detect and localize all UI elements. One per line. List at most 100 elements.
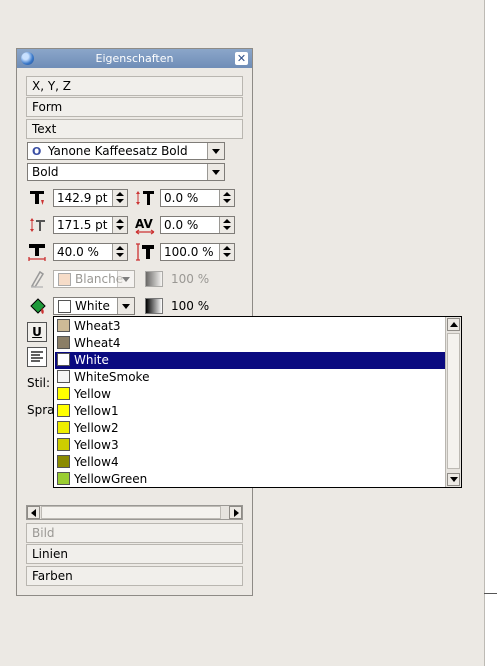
font-family-value: Yanone Kaffeesatz Bold bbox=[47, 144, 188, 158]
scroll-track[interactable] bbox=[41, 506, 221, 519]
section-colors-label: Farben bbox=[32, 569, 73, 583]
font-style-select[interactable]: Bold bbox=[27, 163, 225, 181]
scale-height-icon bbox=[136, 243, 154, 261]
scroll-up-icon[interactable] bbox=[447, 318, 460, 331]
color-swatch bbox=[57, 404, 70, 417]
section-image[interactable]: Bild bbox=[26, 523, 243, 543]
list-item[interactable]: Wheat4 bbox=[55, 335, 446, 352]
section-lines[interactable]: Linien bbox=[26, 544, 243, 564]
font-style-value: Bold bbox=[32, 165, 59, 179]
scroll-down-icon[interactable] bbox=[447, 473, 460, 486]
scroll-left-icon[interactable] bbox=[27, 506, 40, 519]
title-bar[interactable]: Eigenschaften ✕ bbox=[17, 49, 252, 68]
fill-swatch bbox=[58, 300, 71, 313]
section-image-label: Bild bbox=[32, 526, 55, 540]
section-text[interactable]: Text bbox=[26, 119, 243, 139]
spin-buttons[interactable] bbox=[112, 217, 127, 233]
section-lines-label: Linien bbox=[32, 547, 68, 561]
desktop-right-edge bbox=[484, 0, 497, 666]
fill-shade-value: 100 % bbox=[171, 299, 210, 313]
color-name: YellowGreen bbox=[74, 472, 148, 486]
stroke-color-icon bbox=[30, 270, 45, 288]
dropdown-scrollbar[interactable] bbox=[445, 317, 461, 487]
color-swatch bbox=[57, 387, 70, 400]
section-colors[interactable]: Farben bbox=[26, 566, 243, 586]
line-height-field[interactable]: 171.5 pt bbox=[53, 216, 128, 234]
spin-buttons[interactable] bbox=[112, 244, 127, 260]
language-label: Spra bbox=[27, 403, 55, 417]
color-name: WhiteSmoke bbox=[74, 370, 150, 384]
stroke-color-value: Blanche bbox=[75, 272, 124, 286]
chevron-down-icon[interactable] bbox=[117, 271, 134, 287]
color-swatch bbox=[57, 472, 70, 485]
scroll-thumb[interactable] bbox=[447, 333, 460, 469]
color-swatch bbox=[57, 353, 70, 366]
color-name: Yellow bbox=[74, 387, 111, 401]
chevron-down-icon[interactable] bbox=[207, 164, 224, 180]
section-form[interactable]: Form bbox=[26, 97, 243, 117]
stroke-color-select[interactable]: Blanche bbox=[53, 270, 135, 288]
underline-button[interactable]: U bbox=[27, 322, 47, 342]
tracking-icon: AV bbox=[135, 217, 155, 235]
line-spacing-icon bbox=[136, 191, 154, 205]
window-title: Eigenschaften bbox=[95, 52, 174, 65]
spin-buttons[interactable] bbox=[219, 190, 234, 206]
color-dropdown-list[interactable]: Wheat3 Wheat4 White WhiteSmoke Yellow Ye… bbox=[53, 316, 462, 488]
tracking-value: 0.0 % bbox=[164, 218, 199, 232]
line-spacing-pct-field[interactable]: 0.0 % bbox=[160, 189, 235, 207]
style-label: Stil: bbox=[27, 376, 51, 390]
list-item-selected[interactable]: White bbox=[55, 352, 446, 369]
desktop-mark bbox=[484, 593, 497, 594]
font-size-icon bbox=[30, 191, 44, 205]
list-item[interactable]: Yellow4 bbox=[55, 454, 446, 471]
font-family-select[interactable]: O Yanone Kaffeesatz Bold bbox=[27, 142, 225, 160]
font-size-field[interactable]: 142.9 pt bbox=[53, 189, 128, 207]
opentype-font-icon: O bbox=[32, 145, 42, 158]
spin-buttons[interactable] bbox=[219, 217, 234, 233]
list-item[interactable]: Yellow bbox=[55, 386, 446, 403]
line-height-icon bbox=[30, 218, 45, 232]
stroke-shade-value: 100 % bbox=[171, 272, 210, 286]
section-xyz-label: X, Y, Z bbox=[32, 79, 72, 93]
list-item[interactable]: YellowGreen bbox=[55, 471, 446, 487]
color-name: Yellow1 bbox=[74, 404, 119, 418]
color-swatch bbox=[57, 455, 70, 468]
color-name: Wheat4 bbox=[74, 336, 121, 350]
spin-buttons[interactable] bbox=[112, 190, 127, 206]
line-height-value: 171.5 pt bbox=[57, 218, 108, 232]
color-name: White bbox=[74, 353, 109, 367]
color-swatch bbox=[57, 336, 70, 349]
scale-width-value: 40.0 % bbox=[57, 245, 99, 259]
list-item[interactable]: Yellow3 bbox=[55, 437, 446, 454]
list-item[interactable]: Yellow1 bbox=[55, 403, 446, 420]
color-name: Wheat3 bbox=[74, 319, 121, 333]
stroke-shade-icon bbox=[145, 271, 163, 287]
svg-text:AV: AV bbox=[135, 217, 153, 231]
scale-height-field[interactable]: 100.0 % bbox=[160, 243, 235, 261]
list-item[interactable]: Wheat3 bbox=[55, 318, 446, 335]
fill-color-icon bbox=[30, 298, 46, 314]
scale-width-field[interactable]: 40.0 % bbox=[53, 243, 128, 261]
desktop-divider bbox=[484, 0, 485, 666]
fill-color-value: White bbox=[75, 299, 110, 313]
fill-shade-icon bbox=[145, 298, 163, 314]
color-name: Yellow4 bbox=[74, 455, 119, 469]
fill-color-select[interactable]: White bbox=[53, 297, 135, 315]
color-swatch bbox=[57, 421, 70, 434]
color-swatch bbox=[57, 438, 70, 451]
list-item[interactable]: Yellow2 bbox=[55, 420, 446, 437]
align-left-icon bbox=[31, 351, 43, 362]
spin-buttons[interactable] bbox=[219, 244, 234, 260]
horizontal-scrollbar[interactable] bbox=[26, 505, 243, 520]
stroke-swatch bbox=[58, 273, 71, 286]
list-item[interactable]: WhiteSmoke bbox=[55, 369, 446, 386]
scroll-right-icon[interactable] bbox=[229, 506, 242, 519]
color-name: Yellow3 bbox=[74, 438, 119, 452]
tracking-field[interactable]: 0.0 % bbox=[160, 216, 235, 234]
section-xyz[interactable]: X, Y, Z bbox=[26, 76, 243, 96]
align-left-button[interactable] bbox=[27, 347, 47, 367]
scale-width-icon bbox=[28, 244, 46, 261]
chevron-down-icon[interactable] bbox=[117, 298, 134, 314]
chevron-down-icon[interactable] bbox=[207, 143, 224, 159]
close-icon[interactable]: ✕ bbox=[235, 52, 248, 65]
